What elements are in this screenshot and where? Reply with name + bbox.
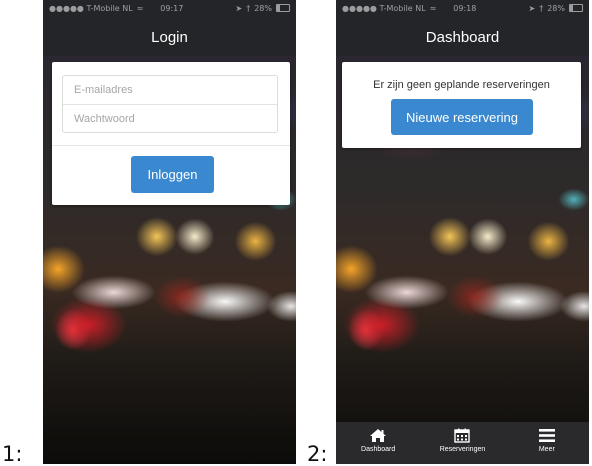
figure-label-1: 1: [2,442,23,466]
tab-dashboard[interactable]: Dashboard [336,422,420,464]
login-button[interactable]: Inloggen [131,156,214,193]
login-fields: E-mailadres Wachtwoord [62,75,278,133]
status-time: 09:17 [160,3,184,13]
calendar-icon [454,428,471,443]
reservations-card: Er zijn geen geplande reserveringen Nieu… [342,62,581,148]
menu-icon [538,429,555,442]
empty-state-message: Er zijn geen geplande reserveringen [373,79,550,91]
tab-label: Meer [538,446,555,453]
wifi-icon: ≈ [136,3,144,13]
wifi-icon: ≈ [429,3,437,13]
tab-reserveringen[interactable]: Reserveringen [420,422,504,464]
battery-percent: 28% [547,3,565,13]
tab-label: Reserveringen [439,446,486,453]
bluetooth-icon: † [246,3,251,13]
carrier-label: ●●●●● T-Mobile NL [342,3,426,13]
email-field[interactable]: E-mailadres [63,76,277,104]
battery-icon [276,4,290,12]
dashboard-screen: ●●●●● T-Mobile NL ≈ 09:18 ➤ † 28% Dashbo… [336,0,589,464]
status-bar: ●●●●● T-Mobile NL ≈ 09:17 ➤ † 28% [43,0,296,16]
new-reservation-button[interactable]: Nieuwe reservering [391,99,533,135]
home-icon [370,429,387,442]
bluetooth-icon: † [539,3,544,13]
nav-bar: ●●●●● T-Mobile NL ≈ 09:18 ➤ † 28% Dashbo… [336,0,589,56]
status-time: 09:18 [453,3,477,13]
page-title: Login [151,29,188,46]
tab-label: Dashboard [361,446,396,453]
tab-bar: Dashboard Reserveringen Meer [336,422,589,464]
tab-meer[interactable]: Meer [505,422,589,464]
carrier-label: ●●●●● T-Mobile NL [49,3,133,13]
figure-label-2: 2: [307,442,328,466]
login-screen: ●●●●● T-Mobile NL ≈ 09:17 ➤ † 28% Login … [43,0,296,464]
location-arrow-icon: ➤ [235,3,243,13]
password-field[interactable]: Wachtwoord [63,104,277,132]
login-card: E-mailadres Wachtwoord Inloggen [52,62,290,205]
battery-percent: 28% [254,3,272,13]
nav-bar: ●●●●● T-Mobile NL ≈ 09:17 ➤ † 28% Login [43,0,296,56]
card-divider [52,145,290,146]
battery-icon [569,4,583,12]
status-bar: ●●●●● T-Mobile NL ≈ 09:18 ➤ † 28% [336,0,589,16]
location-arrow-icon: ➤ [528,3,536,13]
page-title: Dashboard [425,29,500,46]
